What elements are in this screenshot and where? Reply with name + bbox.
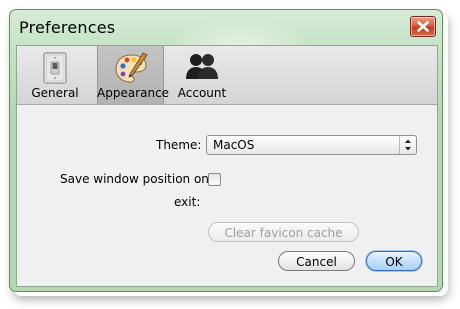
preferences-toolbar: General Appearance Account [17, 46, 437, 105]
tab-appearance-label: Appearance [97, 86, 170, 100]
chevron-up-down-icon [399, 136, 416, 154]
ok-button[interactable]: OK [366, 251, 422, 271]
save-position-label: Save window position on [60, 172, 209, 186]
theme-label: Theme: [156, 138, 202, 152]
tab-account-label: Account [177, 86, 227, 100]
save-position-checkbox[interactable] [208, 173, 221, 186]
preferences-panel: General Appearance Account Theme: MacOS … [16, 45, 438, 287]
close-button[interactable] [410, 16, 436, 37]
tab-appearance[interactable]: Appearance [97, 46, 170, 104]
theme-select-value: MacOS [213, 138, 255, 152]
tab-general-label: General [31, 86, 79, 100]
clear-favicon-cache-button[interactable]: Clear favicon cache [208, 222, 359, 242]
light-switch-icon [38, 52, 72, 84]
tab-general[interactable]: General [25, 46, 85, 104]
theme-select[interactable]: MacOS [206, 135, 417, 155]
save-position-label-exit: exit: [174, 195, 201, 209]
close-icon [417, 21, 429, 32]
cancel-button[interactable]: Cancel [278, 251, 355, 271]
paint-palette-icon [114, 52, 148, 84]
window-title: Preferences [19, 18, 116, 37]
tab-account[interactable]: Account [171, 46, 233, 104]
preferences-window: Preferences General Appearance Account T… [9, 9, 443, 292]
users-icon [185, 52, 219, 84]
